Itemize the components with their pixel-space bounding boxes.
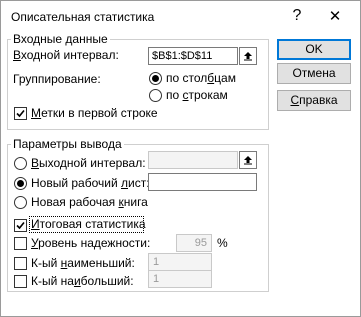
confidence-level-checkbox[interactable] xyxy=(14,237,27,250)
input-range-field[interactable]: $B$1:$D$11 xyxy=(148,47,238,65)
labels-first-row-label[interactable]: Метки в первой строке xyxy=(31,106,158,120)
title-bar: Описательная статистика ? ✕ xyxy=(1,1,360,33)
checkmark-icon xyxy=(16,109,25,118)
input-group-title: Входные данные xyxy=(11,32,110,46)
new-workbook-label[interactable]: Новая рабочая книга xyxy=(31,195,148,209)
output-range-collapse-button[interactable] xyxy=(239,151,257,169)
close-icon[interactable]: ✕ xyxy=(322,5,348,27)
summary-statistics-checkbox[interactable] xyxy=(14,219,27,232)
help-icon[interactable]: ? xyxy=(284,5,310,27)
kth-largest-field[interactable]: 1 xyxy=(148,270,212,288)
dialog-title: Описательная статистика xyxy=(11,10,155,24)
new-sheet-name-field[interactable] xyxy=(148,173,257,191)
group-by-columns-radio[interactable] xyxy=(149,72,162,85)
new-sheet-label[interactable]: Новый рабочий лист: xyxy=(31,176,150,190)
help-button[interactable]: Справка xyxy=(277,90,351,111)
new-sheet-radio[interactable] xyxy=(14,177,27,190)
kth-smallest-label[interactable]: К-ый наименьший: xyxy=(31,256,135,270)
group-by-columns-label[interactable]: по столбцам xyxy=(166,71,236,85)
summary-statistics-label[interactable]: Итоговая статистика xyxy=(31,217,146,231)
new-workbook-radio[interactable] xyxy=(14,196,27,209)
confidence-level-field[interactable]: 95 xyxy=(176,234,212,252)
group-by-rows-radio[interactable] xyxy=(149,89,162,102)
checkmark-icon xyxy=(16,221,25,230)
kth-largest-checkbox[interactable] xyxy=(14,275,27,288)
confidence-level-unit: % xyxy=(217,236,228,250)
output-group-title: Параметры вывода xyxy=(11,137,124,151)
confidence-level-label[interactable]: Уровень надежности: xyxy=(31,236,150,250)
cancel-button[interactable]: Отмена xyxy=(277,63,351,84)
grouping-label: Группирование: xyxy=(13,72,101,86)
input-range-label: Входной интервал: xyxy=(13,48,119,62)
kth-largest-label[interactable]: К-ый наибольший: xyxy=(31,274,134,288)
descriptive-statistics-dialog: Описательная статистика ? ✕ Входные данн… xyxy=(0,0,361,317)
output-range-label[interactable]: Выходной интервал: xyxy=(31,156,146,170)
labels-first-row-checkbox[interactable] xyxy=(14,107,27,120)
kth-smallest-field[interactable]: 1 xyxy=(148,253,212,271)
group-by-rows-label[interactable]: по строкам xyxy=(166,88,228,102)
kth-smallest-checkbox[interactable] xyxy=(14,257,27,270)
input-range-collapse-button[interactable] xyxy=(239,47,257,65)
output-range-radio[interactable] xyxy=(14,157,27,170)
ok-button[interactable]: OK xyxy=(277,39,351,60)
collapse-dialog-icon xyxy=(244,52,252,61)
output-range-field[interactable] xyxy=(148,151,238,169)
collapse-dialog-icon xyxy=(244,156,252,165)
